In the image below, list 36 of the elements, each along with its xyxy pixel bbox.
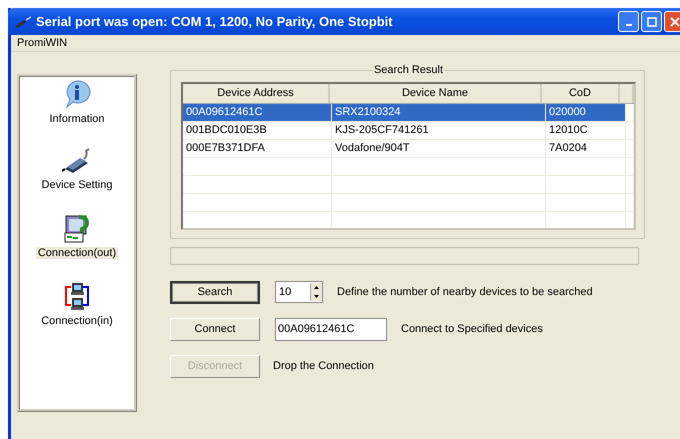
sidebar-item[interactable]: Information — [47, 113, 107, 125]
description-text: Drop the Connection — [273, 360, 374, 372]
sidebar-item[interactable]: Connection(in) — [39, 315, 115, 327]
spin-box[interactable]: 10 — [275, 281, 323, 303]
plug-icon — [14, 16, 32, 28]
window-title: Serial port was open: COM 1, 1200, No Parity, One Stopbit — [36, 14, 393, 29]
table-cell: 001BDC010E3B — [183, 122, 332, 139]
table-cell: 7A0204 — [546, 140, 626, 157]
description-text: Define the number of nearby devices to be searched — [337, 286, 593, 298]
minimize-button[interactable] — [618, 11, 639, 32]
maximize-icon — [646, 16, 656, 26]
table-cell: 12010C — [546, 122, 626, 139]
table-cell: SRX2100324 — [332, 104, 546, 121]
description-text: Connect to Specified devices — [401, 323, 543, 335]
action-button[interactable]: Connect — [170, 318, 260, 340]
maximize-button[interactable] — [641, 11, 662, 32]
group-title: Search Result — [372, 64, 444, 76]
table-cell: 020000 — [546, 104, 626, 121]
close-icon — [670, 16, 680, 26]
table-row[interactable]: 00A09612461C SRX2100324 020000 — [183, 104, 634, 122]
computers-icon[interactable] — [62, 281, 91, 311]
close-button[interactable] — [664, 11, 680, 32]
table-row[interactable]: 001BDC010E3B KJS-205CF741261 12010C — [183, 122, 634, 140]
action-button[interactable]: Search — [170, 280, 260, 304]
minimize-icon — [626, 24, 632, 26]
table-cell: KJS-205CF741261 — [332, 122, 546, 139]
menu-item[interactable]: PromiWIN — [15, 37, 70, 49]
table-cell: 00A09612461C — [183, 104, 332, 121]
table-cell: Vodafone/904T — [332, 140, 546, 157]
sidebar-item[interactable]: Device Setting — [40, 179, 114, 191]
sidebar-item[interactable]: Connection(out) — [36, 247, 118, 259]
connection-icon[interactable] — [62, 213, 92, 243]
device-icon[interactable] — [62, 147, 92, 175]
table-cell: 000E7B371DFA — [183, 140, 332, 157]
address-field[interactable]: 00A09612461C — [275, 318, 387, 340]
table-row[interactable]: 000E7B371DFA Vodafone/904T 7A0204 — [183, 140, 634, 158]
